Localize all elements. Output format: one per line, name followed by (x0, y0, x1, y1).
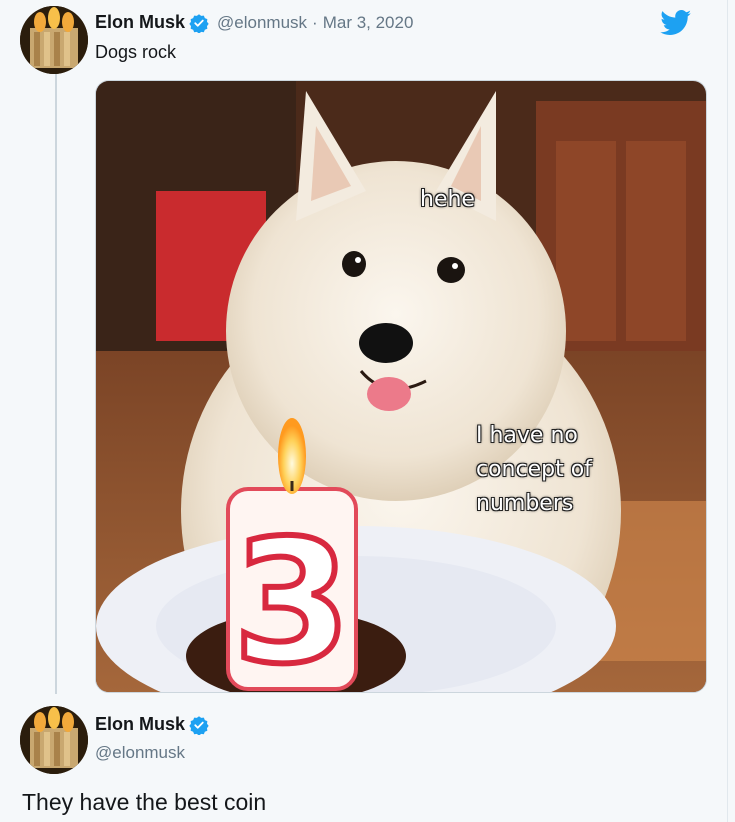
reply-text: They have the best coin (22, 789, 267, 815)
meme-caption-top: hehe (420, 187, 475, 212)
verified-badge-icon (189, 715, 209, 735)
display-name[interactable]: Elon Musk (95, 12, 185, 33)
separator: · (312, 12, 318, 32)
reply-display-name[interactable]: Elon Musk (95, 714, 185, 735)
meme-caption-line-3: numbers (476, 491, 574, 516)
verified-badge-icon (189, 13, 209, 33)
reply-avatar[interactable] (20, 706, 88, 774)
twitter-bird-icon[interactable] (660, 10, 692, 41)
tweet-header: Elon Musk @elonmusk · Mar 3, 2020 (95, 12, 413, 33)
reply-header: Elon Musk (95, 714, 217, 735)
reply-handle[interactable]: @elonmusk (95, 743, 185, 763)
tweet-text: Dogs rock (95, 42, 177, 62)
tweet-date[interactable]: Mar 3, 2020 (323, 13, 414, 33)
tweet-thread: Elon Musk @elonmusk · Mar 3, 2020 Dogs r… (0, 0, 728, 822)
thread-connector (55, 74, 57, 694)
samoyed-birthday-photo: 3 (96, 81, 706, 692)
meme-caption-line-1: I have no (476, 423, 578, 448)
svg-text:3: 3 (233, 504, 351, 692)
tweet-media-photo[interactable]: 3 hehe I have no concept of numbers (95, 80, 707, 693)
meme-caption-line-2: concept of (476, 457, 592, 482)
handle[interactable]: @elonmusk (217, 13, 307, 33)
avatar[interactable] (20, 6, 88, 74)
